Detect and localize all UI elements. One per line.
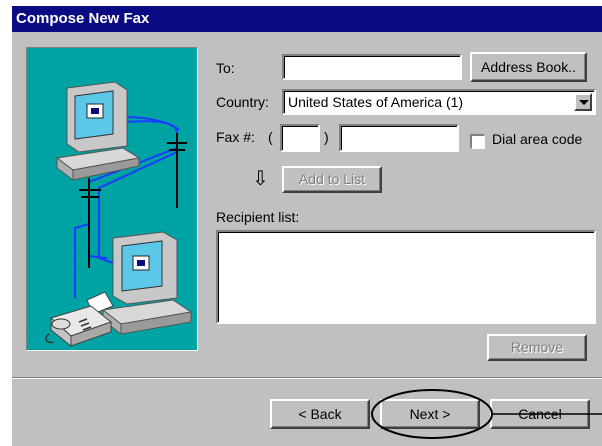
to-input[interactable] bbox=[282, 54, 462, 80]
computer-top-icon bbox=[55, 81, 141, 181]
window-title-bar[interactable]: Compose New Fax bbox=[12, 6, 602, 32]
remove-button[interactable]: Remove bbox=[487, 334, 587, 361]
next-button[interactable]: Next > bbox=[380, 399, 480, 429]
add-to-list-button[interactable]: Add to List bbox=[282, 166, 382, 193]
compose-fax-dialog: To: Address Book.. Country: United State… bbox=[12, 32, 602, 446]
fax-computers-illustration bbox=[26, 47, 198, 351]
fax-number-input[interactable] bbox=[339, 124, 459, 152]
dial-area-code-label[interactable]: Dial area code bbox=[492, 131, 582, 147]
down-arrow-icon: ⇩ bbox=[252, 168, 269, 190]
fax-number-label: Fax #: bbox=[216, 129, 255, 145]
cancel-button[interactable]: Cancel bbox=[490, 399, 590, 429]
paren-open: ( bbox=[268, 129, 273, 145]
address-book-button[interactable]: Address Book.. bbox=[470, 52, 587, 82]
window-title: Compose New Fax bbox=[16, 10, 150, 27]
fax-machine-icon bbox=[45, 291, 114, 348]
back-button[interactable]: < Back bbox=[270, 399, 370, 429]
recipient-list[interactable] bbox=[216, 230, 596, 324]
country-label: Country: bbox=[216, 94, 269, 110]
computer-bottom-icon bbox=[101, 231, 193, 336]
recipient-list-label: Recipient list: bbox=[216, 209, 300, 225]
footer-separator-highlight bbox=[12, 378, 602, 379]
chevron-down-icon[interactable] bbox=[574, 93, 592, 111]
dial-area-code-checkbox[interactable] bbox=[470, 134, 485, 149]
country-combobox[interactable]: United States of America (1) bbox=[282, 89, 596, 115]
area-code-input[interactable] bbox=[280, 124, 320, 152]
paren-close: ) bbox=[324, 129, 329, 145]
illustration-graphic bbox=[45, 81, 193, 348]
country-value: United States of America (1) bbox=[288, 94, 464, 110]
to-label: To: bbox=[216, 60, 235, 76]
